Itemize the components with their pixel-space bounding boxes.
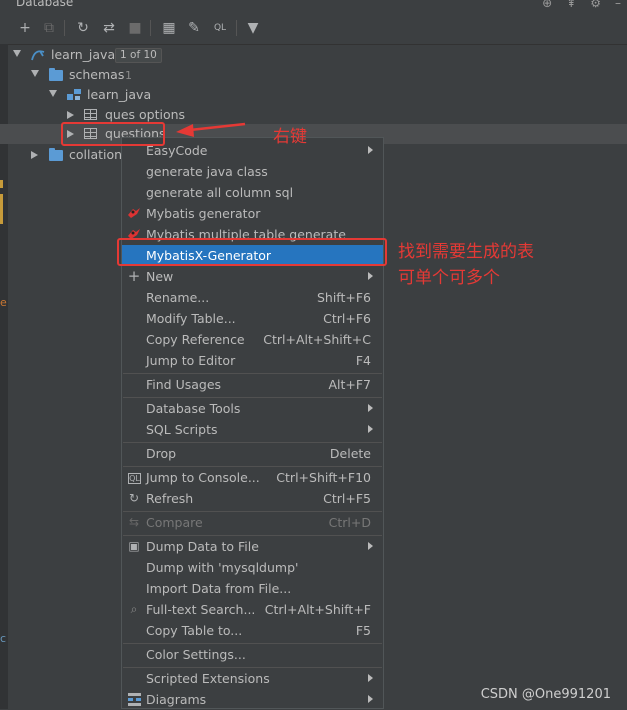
annotation-find-tables: 找到需要生成的表	[398, 242, 534, 262]
annotation-single-or-multiple: 可单个可多个	[398, 268, 500, 288]
watermark: CSDN @One991201	[480, 687, 611, 702]
annotation-arrow-icon	[176, 122, 246, 137]
annotation-right-click: 右键	[273, 127, 307, 147]
